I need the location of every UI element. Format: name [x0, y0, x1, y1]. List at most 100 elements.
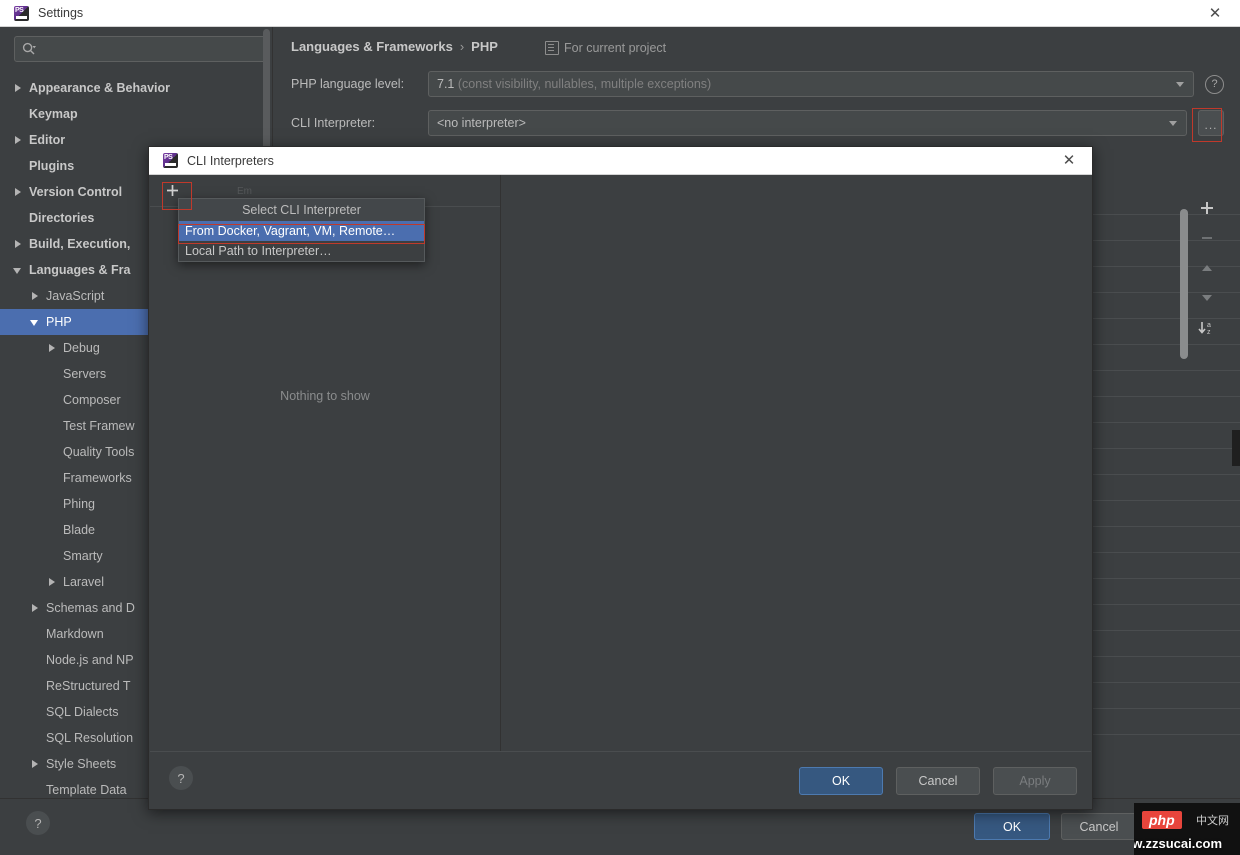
sidebar-item-label: Markdown [46, 627, 104, 641]
arrow-down-icon[interactable] [1194, 283, 1220, 313]
cli-dialog-help-button[interactable]: ? [169, 766, 193, 790]
sidebar-item-label: Laravel [63, 575, 104, 589]
sidebar-item-label: Plugins [29, 159, 75, 173]
cli-dialog-apply-button: Apply [993, 767, 1077, 795]
list-item [1091, 475, 1240, 501]
popup-item-from-docker[interactable]: From Docker, Vagrant, VM, Remote… [179, 221, 424, 241]
chevron-right-icon[interactable] [29, 602, 42, 615]
close-icon[interactable]: ✕ [1052, 147, 1086, 173]
breadcrumb-parent[interactable]: Languages & Frameworks [291, 39, 453, 54]
sidebar-item-appearance-behavior[interactable]: Appearance & Behavior [0, 75, 272, 101]
sidebar-item-label: Version Control [29, 185, 123, 199]
watermark-cn-text: 中文网 [1196, 815, 1229, 827]
search-input[interactable] [36, 42, 267, 56]
chevron-down-icon[interactable] [29, 316, 42, 329]
settings-titlebar: Settings ✕ [0, 0, 1240, 27]
popup-header: Select CLI Interpreter [179, 199, 424, 221]
cli-dialog-right-panel [500, 175, 1091, 752]
sidebar-item-label: Smarty [63, 549, 103, 563]
cli-dialog-cancel-button[interactable]: Cancel [896, 767, 980, 795]
project-scope-icon [545, 41, 559, 55]
cli-interpreter-label: CLI Interpreter: [291, 116, 376, 130]
chevron-down-icon [1169, 121, 1177, 126]
popup-item-local-path[interactable]: Local Path to Interpreter… [179, 241, 424, 261]
watermark: php 中文网 www.zzsucai.com [1134, 803, 1240, 855]
list-item [1091, 397, 1240, 423]
sort-az-icon[interactable]: a z [1194, 313, 1220, 343]
breadcrumb-separator: › [459, 39, 465, 54]
settings-ok-button[interactable]: OK [974, 813, 1050, 840]
cli-interpreter-browse-button[interactable]: ... [1198, 110, 1224, 136]
php-language-level-combo[interactable]: 7.1 (const visibility, nullables, multip… [428, 71, 1194, 97]
sidebar-item-keymap[interactable]: Keymap [0, 101, 272, 127]
plus-icon[interactable] [1194, 193, 1220, 223]
cli-interpreter-combo[interactable]: <no interpreter> [428, 110, 1187, 136]
arrow-up-icon[interactable] [1194, 253, 1220, 283]
settings-help-button[interactable]: ? [26, 811, 50, 835]
chevron-right-icon[interactable] [46, 342, 59, 355]
chevron-right-icon[interactable] [12, 82, 25, 95]
list-item [1091, 501, 1240, 527]
list-item [1091, 527, 1240, 553]
sidebar-item-label: Schemas and D [46, 601, 135, 615]
list-item [1091, 579, 1240, 605]
sidebar-item-label: Composer [63, 393, 121, 407]
svg-text:z: z [1207, 329, 1211, 336]
list-item [1091, 371, 1240, 397]
sidebar-item-label: Languages & Fra [29, 263, 131, 277]
sidebar-item-label: Build, Execution, [29, 237, 131, 251]
chevron-right-icon[interactable] [46, 576, 59, 589]
list-item [1091, 709, 1240, 735]
list-item [1091, 683, 1240, 709]
window-edge-strip [1232, 430, 1240, 466]
list-item [1091, 423, 1240, 449]
php-language-level-help-icon[interactable]: ? [1205, 74, 1224, 94]
chevron-down-icon[interactable] [12, 264, 25, 277]
sidebar-item-label: PHP [46, 315, 72, 329]
cli-dialog-ok-button[interactable]: OK [799, 767, 883, 795]
sidebar-item-label: Frameworks [63, 471, 132, 485]
chevron-down-icon [1176, 82, 1184, 87]
sidebar-item-label: Editor [29, 133, 66, 147]
breadcrumb-current: PHP [471, 39, 498, 54]
sidebar-item-label: ReStructured T [46, 679, 131, 693]
chevron-right-icon[interactable] [12, 134, 25, 147]
chevron-right-icon[interactable] [12, 186, 25, 199]
chevron-right-icon[interactable] [29, 290, 42, 303]
cli-dialog-footer: ? OK Cancel Apply [150, 751, 1091, 808]
sidebar-item-label: Test Framew [63, 419, 135, 433]
cli-interpreter-row: CLI Interpreter: <no interpreter> ... [291, 110, 1224, 136]
chevron-right-icon[interactable] [29, 758, 42, 771]
list-toolbar: a z [1192, 193, 1222, 343]
sidebar-item-label: SQL Dialects [46, 705, 119, 719]
list-scrollbar[interactable] [1180, 209, 1188, 359]
list-item [1091, 735, 1240, 759]
close-icon[interactable]: ✕ [1198, 0, 1232, 26]
chevron-right-icon[interactable] [12, 238, 25, 251]
breadcrumb: Languages & Frameworks › PHP [291, 39, 498, 54]
phpstorm-icon [14, 5, 29, 21]
list-item [1091, 553, 1240, 579]
minus-icon[interactable] [1194, 223, 1220, 253]
sidebar-item-label: Servers [63, 367, 107, 381]
watermark-url: www.zzsucai.com [1134, 836, 1223, 851]
list-item [1091, 657, 1240, 683]
ghost-label: Em [237, 186, 252, 197]
svg-text:a: a [1207, 322, 1211, 329]
select-cli-interpreter-popup: Select CLI Interpreter From Docker, Vagr… [178, 198, 425, 262]
settings-cancel-button[interactable]: Cancel [1061, 813, 1137, 840]
sidebar-item-label: Keymap [29, 107, 78, 121]
settings-search-box[interactable] [14, 36, 268, 62]
